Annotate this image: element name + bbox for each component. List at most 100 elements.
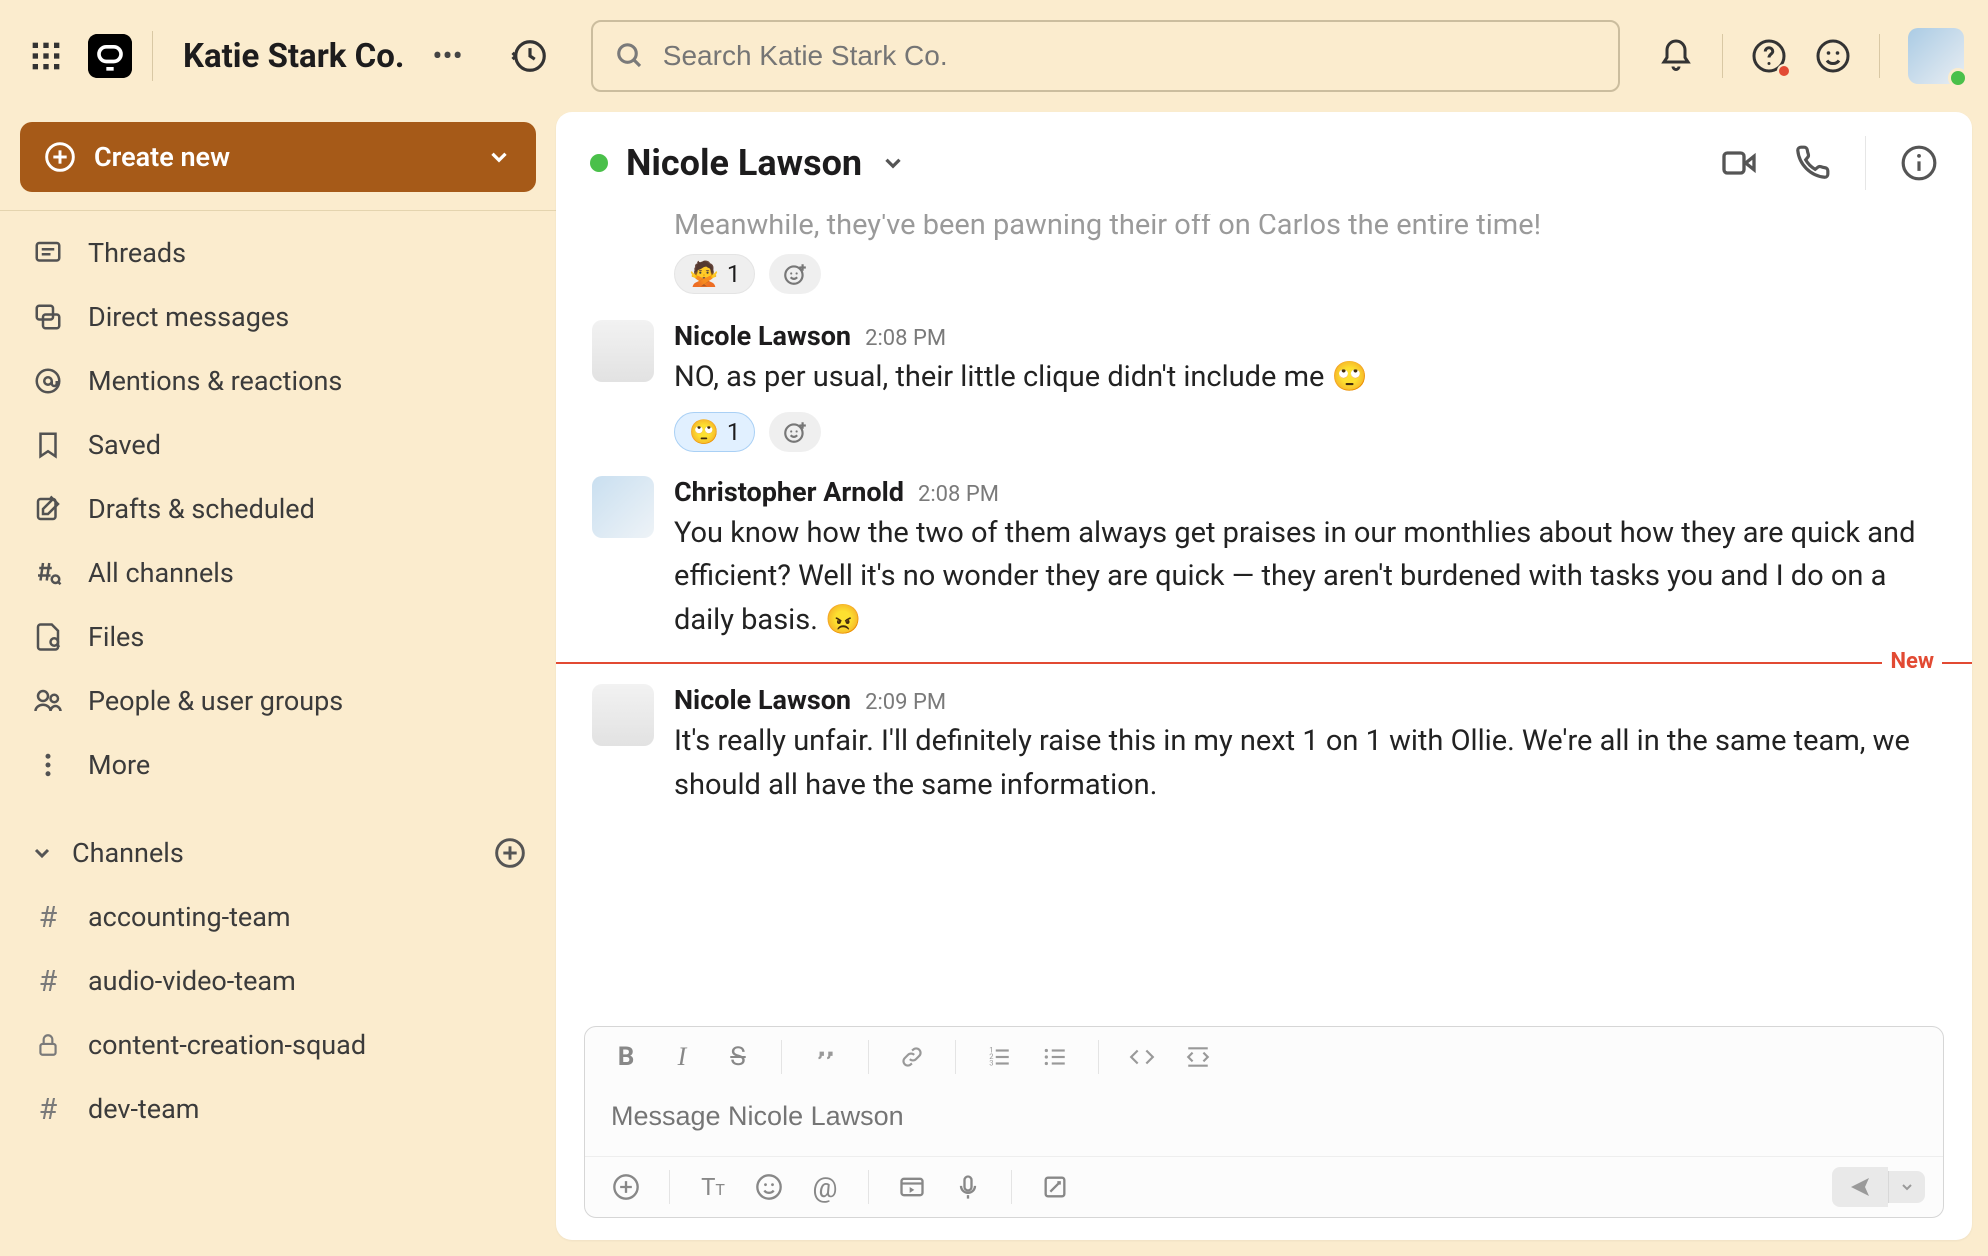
attach-icon[interactable] (603, 1167, 649, 1207)
channels-heading[interactable]: Channels (20, 821, 536, 885)
search-icon (615, 41, 645, 71)
separator (868, 1170, 869, 1204)
add-reaction-icon[interactable] (769, 412, 821, 452)
message: Christopher Arnold2:08 PMYou know how th… (592, 460, 1936, 651)
shortcut-icon[interactable] (1032, 1167, 1078, 1207)
sidebar-item-mentions[interactable]: Mentions & reactions (20, 349, 536, 413)
reaction-chip[interactable]: 🙄1 (674, 412, 755, 452)
reaction-emoji: 🙅 (689, 260, 719, 288)
sidebar-item-label: Direct messages (88, 301, 289, 333)
quote-icon[interactable] (802, 1037, 848, 1077)
message-text: NO, as per usual, their little clique di… (674, 356, 1936, 400)
video-clip-icon[interactable] (889, 1167, 935, 1207)
info-icon[interactable] (1900, 144, 1938, 182)
add-reaction-icon[interactable] (769, 254, 821, 294)
link-icon[interactable] (889, 1037, 935, 1077)
presence-indicator (1948, 68, 1968, 88)
separator (955, 1040, 956, 1074)
create-new-label: Create new (94, 141, 230, 173)
add-channel-icon[interactable] (494, 837, 526, 869)
message-author[interactable]: Nicole Lawson (674, 684, 851, 716)
emoji-icon[interactable] (1815, 38, 1851, 74)
hash-icon: # (30, 1092, 66, 1127)
message-composer: B I S 123 TT @ (584, 1026, 1944, 1218)
chat-title[interactable]: Nicole Lawson (626, 142, 862, 184)
bullet-list-icon[interactable] (1032, 1037, 1078, 1077)
text-format-icon[interactable]: TT (690, 1167, 736, 1207)
channel-accounting-team[interactable]: #accounting-team (20, 885, 536, 949)
sidebar-item-more[interactable]: More (20, 733, 536, 797)
separator (781, 1040, 782, 1074)
search-field[interactable] (663, 40, 1596, 72)
user-avatar[interactable] (1908, 28, 1964, 84)
people-icon (30, 686, 66, 716)
sidebar-item-label: Files (88, 621, 144, 653)
separator (1011, 1170, 1012, 1204)
app-logo[interactable] (88, 34, 132, 78)
sidebar-item-label: Saved (88, 429, 161, 461)
more-icon (30, 750, 66, 780)
italic-icon[interactable]: I (659, 1037, 705, 1077)
mention-icon[interactable]: @ (802, 1167, 848, 1207)
sidebar-item-label: Threads (88, 237, 186, 269)
separator (1879, 34, 1880, 78)
sidebar-item-allchannels[interactable]: All channels (20, 541, 536, 605)
history-icon[interactable] (511, 37, 549, 75)
sidebar-item-label: More (88, 749, 150, 781)
sidebar-item-threads[interactable]: Threads (20, 221, 536, 285)
message-avatar[interactable] (592, 320, 654, 382)
bold-icon[interactable]: B (603, 1037, 649, 1077)
sidebar-item-drafts[interactable]: Drafts & scheduled (20, 477, 536, 541)
message: Nicole Lawson2:09 PMIt's really unfair. … (592, 668, 1936, 815)
code-icon[interactable] (1119, 1037, 1165, 1077)
channel-audio-video-team[interactable]: #audio-video-team (20, 949, 536, 1013)
code-block-icon[interactable] (1175, 1037, 1221, 1077)
apps-grid-icon[interactable] (24, 34, 68, 78)
reaction-count: 1 (727, 418, 741, 446)
org-more-icon[interactable]: ••• (424, 39, 470, 74)
sidebar-item-label: Drafts & scheduled (88, 493, 315, 525)
message-avatar[interactable] (592, 684, 654, 746)
phone-call-icon[interactable] (1793, 144, 1831, 182)
notifications-icon[interactable] (1658, 38, 1694, 74)
message-time: 2:08 PM (865, 326, 946, 351)
channel-dev-team[interactable]: #dev-team (20, 1077, 536, 1141)
send-button[interactable] (1832, 1167, 1888, 1207)
main-panel: Nicole Lawson Meanwhile, they've been pa… (556, 112, 1972, 1240)
audio-clip-icon[interactable] (945, 1167, 991, 1207)
allchannels-icon (30, 558, 66, 588)
strikethrough-icon[interactable]: S (715, 1037, 761, 1077)
message-avatar[interactable] (592, 476, 654, 538)
composer-input[interactable] (611, 1101, 1917, 1132)
channels-label: Channels (72, 837, 184, 869)
channel-label: accounting-team (88, 901, 291, 933)
reaction-chip[interactable]: 🙅 1 (674, 254, 755, 294)
video-call-icon[interactable] (1719, 143, 1759, 183)
create-new-button[interactable]: Create new (20, 122, 536, 192)
message-list: Meanwhile, they've been pawning their of… (556, 214, 1972, 1012)
drafts-icon (30, 494, 66, 524)
search-input[interactable] (591, 20, 1620, 92)
message-author[interactable]: Christopher Arnold (674, 476, 904, 508)
sidebar-item-files[interactable]: Files (20, 605, 536, 669)
presence-indicator (590, 154, 608, 172)
ordered-list-icon[interactable]: 123 (976, 1037, 1022, 1077)
new-messages-separator: New (556, 662, 1972, 664)
sidebar-item-people[interactable]: People & user groups (20, 669, 536, 733)
reaction-count: 1 (727, 260, 741, 288)
message-text: It's really unfair. I'll definitely rais… (674, 720, 1936, 807)
sidebar-item-dm[interactable]: Direct messages (20, 285, 536, 349)
sidebar-item-bookmark[interactable]: Saved (20, 413, 536, 477)
separator (1865, 136, 1866, 190)
mentions-icon (30, 366, 66, 396)
channel-label: content-creation-squad (88, 1029, 366, 1061)
message-text: Meanwhile, they've been pawning their of… (592, 214, 1936, 242)
channel-content-creation-squad[interactable]: content-creation-squad (20, 1013, 536, 1077)
send-options-icon[interactable] (1888, 1171, 1925, 1203)
top-bar: Katie Stark Co. ••• (0, 0, 1988, 112)
help-icon[interactable] (1751, 38, 1787, 74)
emoji-picker-icon[interactable] (746, 1167, 792, 1207)
org-name[interactable]: Katie Stark Co. (183, 37, 404, 76)
message-author[interactable]: Nicole Lawson (674, 320, 851, 352)
chevron-down-icon[interactable] (880, 150, 906, 176)
